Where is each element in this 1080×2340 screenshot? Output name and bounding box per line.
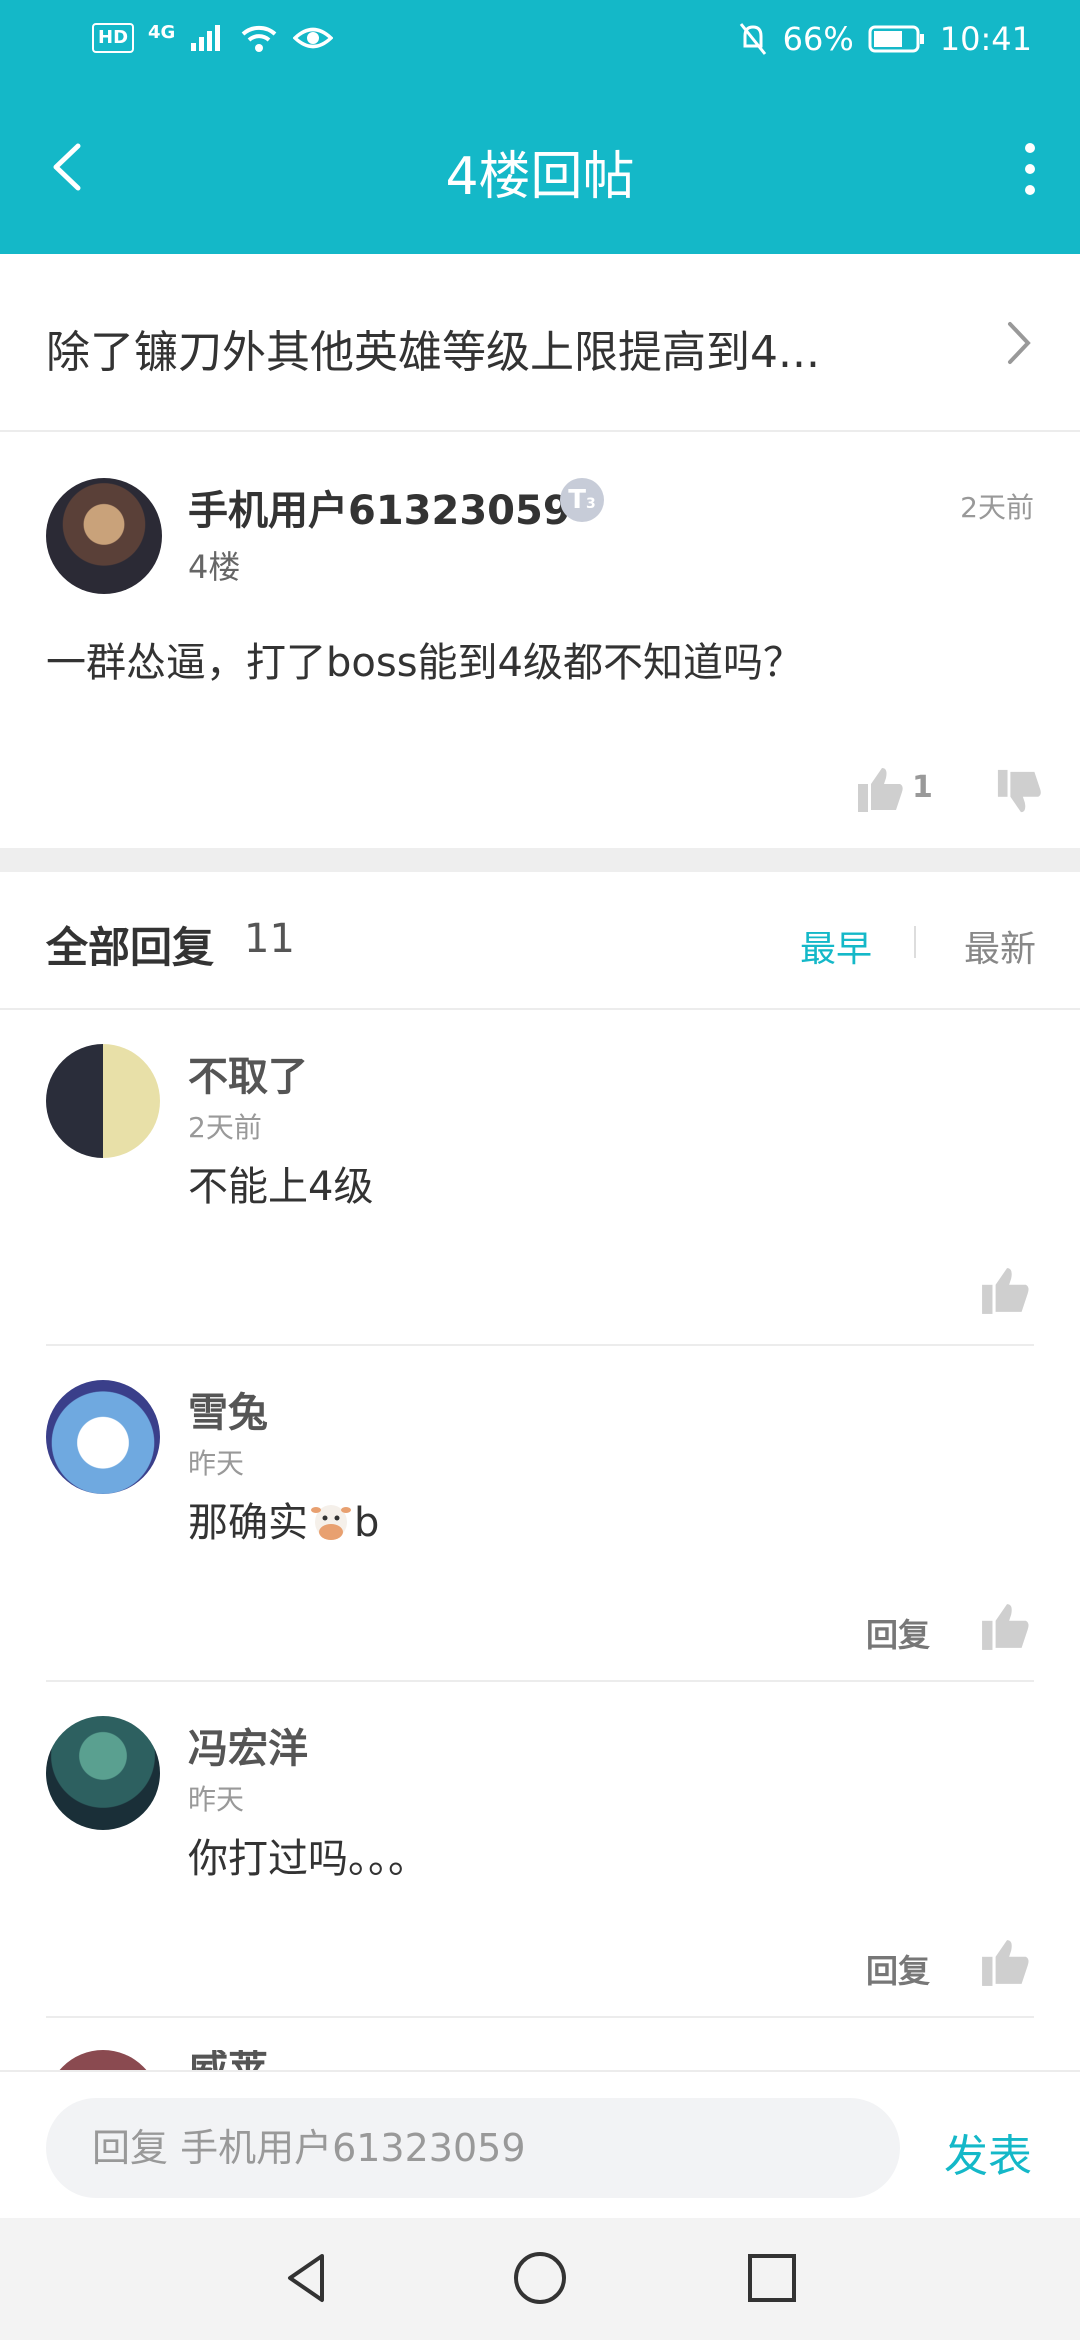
post-time: 2天前 xyxy=(960,491,1034,524)
avatar[interactable] xyxy=(46,478,162,594)
reply-text-after: b xyxy=(354,1500,380,1546)
section-divider xyxy=(0,848,1080,872)
post-author[interactable]: 手机用户61323059 xyxy=(188,478,571,536)
badge-level: 3 xyxy=(586,496,596,512)
signal-icon xyxy=(191,25,221,51)
reply-count: 11 xyxy=(244,916,295,962)
sort-separator xyxy=(914,926,916,958)
reply-content: 那确实 b xyxy=(188,1490,379,1548)
list-item-partial: 威莱 xyxy=(0,2050,1080,2070)
reply-content: 不能上4级 xyxy=(188,1164,374,1210)
eye-icon xyxy=(293,27,334,49)
avatar[interactable] xyxy=(46,1380,160,1494)
level-badge: T3 xyxy=(560,478,604,522)
avatar[interactable] xyxy=(46,1044,160,1158)
signal-label: 4G xyxy=(148,22,176,43)
app-bar: 4楼回帖 xyxy=(0,84,1080,254)
thumbs-up-icon[interactable] xyxy=(856,764,906,814)
floor-number: 4楼 xyxy=(188,548,241,586)
reply-author[interactable]: 冯宏洋 xyxy=(188,1716,308,1774)
nav-recents-icon[interactable] xyxy=(742,2248,802,2308)
thumbs-up-icon[interactable] xyxy=(980,1264,1032,1316)
reply-time: 昨天 xyxy=(188,1447,245,1480)
divider xyxy=(46,2016,1034,2018)
more-options-icon[interactable] xyxy=(1020,142,1040,196)
reply-author[interactable]: 不取了 xyxy=(188,1044,308,1102)
avatar[interactable] xyxy=(46,1716,160,1830)
cow-emoji-icon xyxy=(311,1505,351,1540)
avatar[interactable] xyxy=(46,2050,160,2070)
sort-newest-tab[interactable]: 最新 xyxy=(964,920,1036,972)
topic-title: 除了镰刀外其他英雄等级上限提高到4... xyxy=(46,327,820,378)
page-title: 4楼回帖 xyxy=(445,147,635,207)
thumbs-down-icon[interactable] xyxy=(996,768,1044,816)
reply-content: 你打过吗。。。 xyxy=(188,1836,428,1882)
all-replies-label: 全部回复 xyxy=(46,923,215,972)
status-bar: HD 4G 66% 10:41 xyxy=(0,0,1080,84)
nav-back-icon[interactable] xyxy=(278,2248,338,2308)
mute-bell-icon xyxy=(739,23,766,55)
like-count: 1 xyxy=(912,770,933,805)
thumbs-up-icon[interactable] xyxy=(980,1936,1032,1988)
reply-author[interactable]: 威莱 xyxy=(188,2050,268,2070)
battery-icon xyxy=(868,25,924,53)
hd-indicator: HD xyxy=(92,23,135,53)
nav-home-icon[interactable] xyxy=(510,2248,570,2308)
clock: 10:41 xyxy=(939,20,1032,58)
thumbs-up-icon[interactable] xyxy=(980,1600,1032,1652)
wifi-icon xyxy=(241,25,277,52)
reply-input[interactable]: 回复 手机用户61323059 xyxy=(46,2098,900,2198)
list-item: 不取了 2天前 不能上4级 xyxy=(0,1010,1080,1346)
list-item: 雪兔 昨天 那确实 b 回复 xyxy=(0,1346,1080,1682)
badge-letter: T xyxy=(568,485,586,515)
chevron-right-icon xyxy=(1008,322,1031,364)
reply-time: 昨天 xyxy=(188,1783,245,1816)
reply-bar: 回复 手机用户61323059 发表 xyxy=(0,2070,1080,2218)
reply-button[interactable]: 回复 xyxy=(866,1610,930,1656)
battery-percent: 66% xyxy=(782,20,854,58)
system-nav-bar xyxy=(0,2218,1080,2340)
reply-time: 2天前 xyxy=(188,1111,262,1144)
main-post: 手机用户61323059 T3 4楼 2天前 一群怂逼，打了boss能到4级都不… xyxy=(0,434,1080,848)
send-button[interactable]: 发表 xyxy=(944,2120,1032,2184)
replies-header: 全部回复 11 最早 最新 xyxy=(0,872,1080,1010)
topic-link[interactable]: 除了镰刀外其他英雄等级上限提高到4... xyxy=(0,254,1080,432)
reply-button[interactable]: 回复 xyxy=(866,1946,930,1992)
list-item: 冯宏洋 昨天 你打过吗。。。 回复 xyxy=(0,1682,1080,2018)
sort-earliest-tab[interactable]: 最早 xyxy=(800,920,872,972)
post-content: 一群怂逼，打了boss能到4级都不知道吗？ xyxy=(46,640,803,686)
reply-text-before: 那确实 xyxy=(188,1500,308,1546)
reply-author[interactable]: 雪兔 xyxy=(188,1380,268,1438)
